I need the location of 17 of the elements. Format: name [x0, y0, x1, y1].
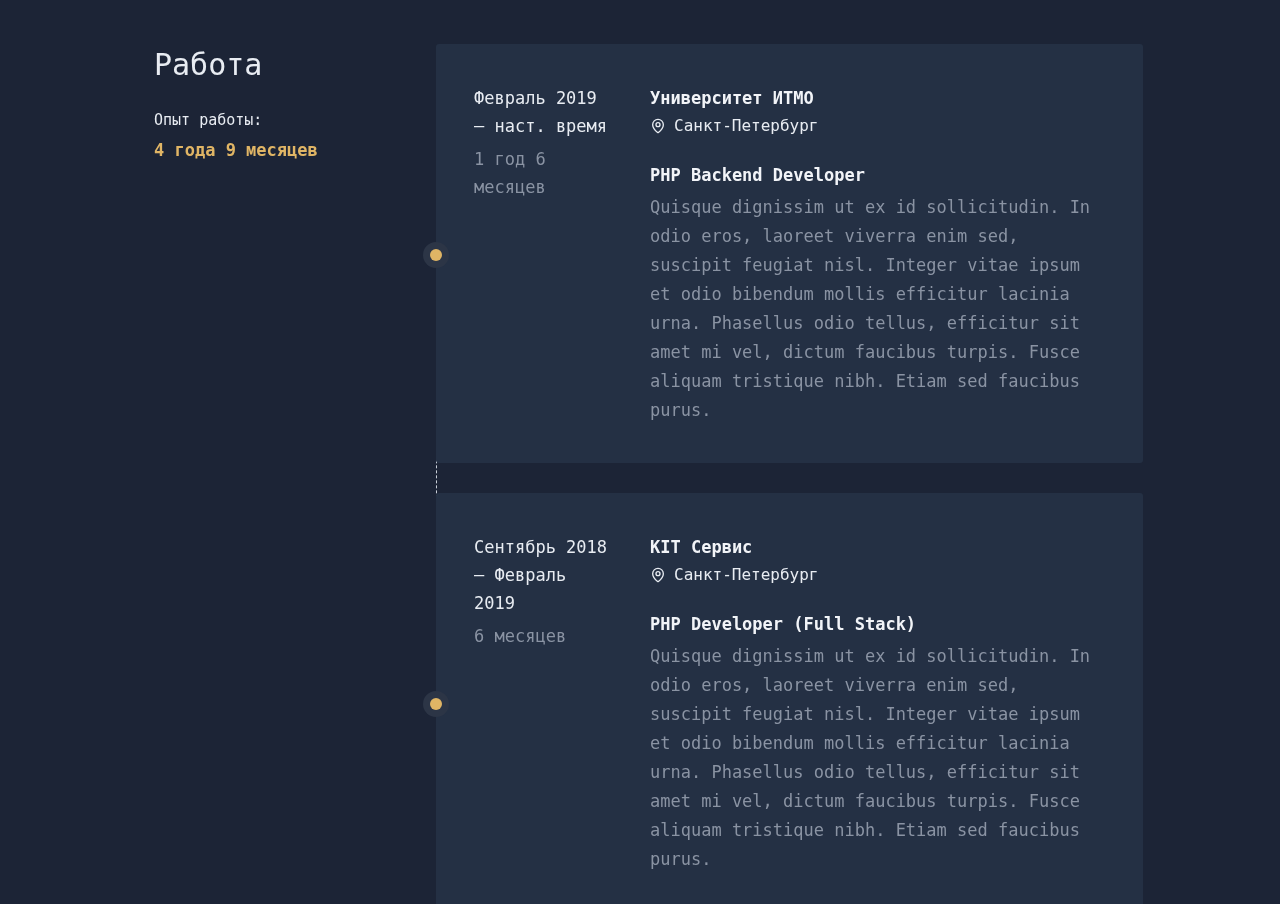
company-name: Университет ИТМО [650, 87, 814, 110]
job-duration: 1 год 6 месяцев [474, 148, 547, 199]
experience-label: Опыт работы: [154, 110, 263, 131]
company-name: KIT Сервис [650, 536, 753, 559]
job-position: PHP Backend Developer [650, 164, 865, 187]
location-pin-icon [650, 118, 666, 134]
job-period: Февраль 2019 — наст. время [474, 87, 609, 138]
job-location: Санкт-Петербург [674, 564, 819, 586]
job-description: Quisque dignissim ut ex id sollicitudin. In odio eros, laoreet viverra enim sed, suscipit feugiat nisl. Integer vitae ipsum et odio bibendum mollis efficitur lacinia urna. Phasellus odio tellus, efficitur sit amet mi vel, dictum faucibus turpis. Fusce aliquam tristique nibh. Etiam sed faucibus purus. [650, 196, 1092, 422]
job-description: Quisque dignissim ut ex id sollicitudin. In odio eros, laoreet viverra enim sed, suscipit feugiat nisl. Integer vitae ipsum et odio bibendum mollis efficitur lacinia urna. Phasellus odio tellus, efficitur sit amet mi vel, dictum faucibus turpis. Fusce aliquam tristique nibh. Etiam sed faucibus purus. [650, 645, 1092, 871]
job-period: Сентябрь 2018 — Февраль 2019 [474, 536, 609, 615]
job-duration: 6 месяцев [474, 625, 568, 648]
location-pin-icon [650, 567, 666, 583]
job-location: Санкт-Петербург [674, 115, 819, 137]
experience-total: 4 года 9 месяцев [154, 139, 318, 162]
job-position: PHP Developer (Full Stack) [650, 613, 917, 636]
section-title: Работа [154, 46, 264, 84]
